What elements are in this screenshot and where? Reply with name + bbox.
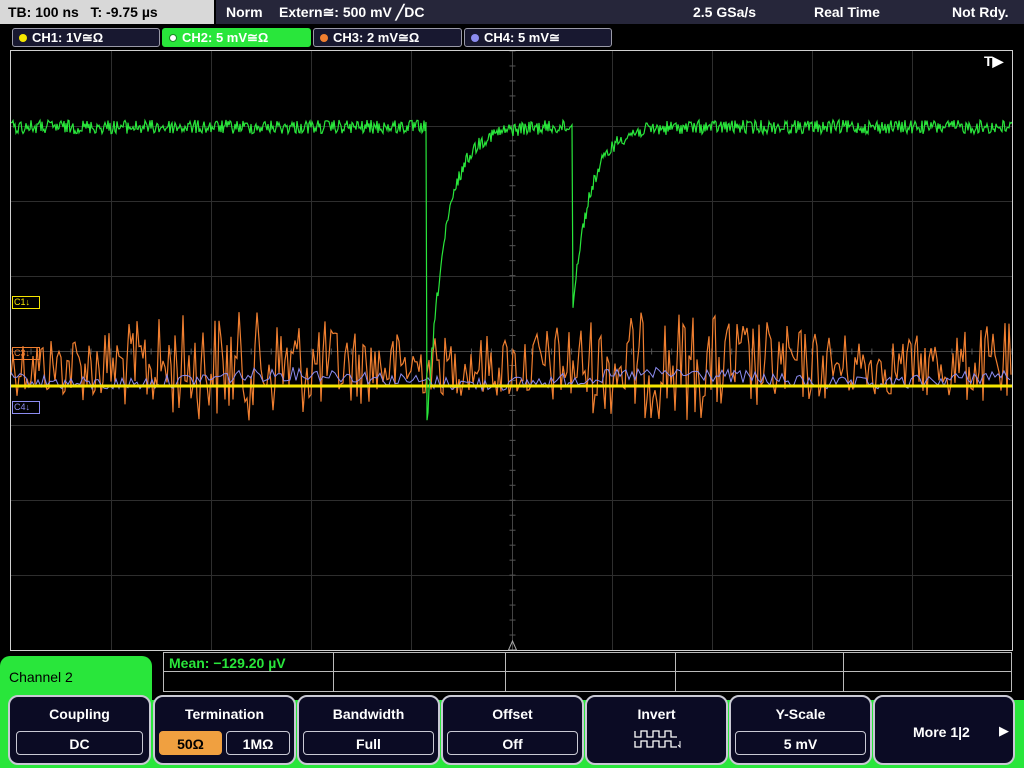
yscale-value[interactable]: 5 mV — [735, 731, 866, 755]
coupling-value[interactable]: DC — [16, 731, 143, 755]
ch4-label: CH4: 5 mV≅ — [484, 30, 560, 45]
timebase-readout[interactable]: TB: 100 ns T: -9.75 µs — [0, 0, 214, 24]
invert-title: Invert — [637, 706, 676, 722]
termination-title: Termination — [184, 706, 265, 722]
sample-rate: 2.5 GSa/s — [693, 4, 757, 20]
next-page-arrow-icon: ▶ — [999, 723, 1009, 738]
yscale-softkey[interactable]: Y-Scale 5 mV — [729, 695, 872, 765]
timebase-label: TB: 100 ns — [8, 4, 79, 20]
ch2-dot-icon — [169, 34, 177, 42]
ch4-marker-label: C4↓ — [14, 402, 31, 412]
tab-ch1[interactable]: CH1: 1V≅Ω — [12, 28, 160, 47]
offset-title: Offset — [492, 706, 533, 722]
ch4-dot-icon — [471, 34, 479, 42]
mean-measurement: Mean: −129.20 µV — [169, 655, 286, 671]
ch1-marker-label: C1↓ — [14, 297, 31, 307]
bandwidth-title: Bandwidth — [332, 706, 405, 722]
ch3-dot-icon — [320, 34, 328, 42]
acquisition-state: Not Rdy. — [952, 4, 1009, 20]
termination-50-ohm[interactable]: 50Ω — [159, 731, 222, 755]
trigger-source: Extern≅: 500 mV ╱DC — [279, 4, 425, 20]
measurement-area — [163, 652, 1012, 692]
channel-panel-title: Channel 2 — [0, 656, 152, 700]
ch4-level-marker[interactable]: C4↓ — [12, 401, 40, 414]
tab-ch2[interactable]: CH2: 5 mV≅Ω — [162, 28, 311, 47]
ch3-label: CH3: 2 mV≅Ω — [333, 30, 420, 45]
trigger-time-label: T: -9.75 µs — [90, 4, 158, 20]
ch2-label: CH2: 5 mV≅Ω — [182, 30, 269, 45]
trigger-mode: Norm — [226, 4, 263, 20]
offset-value[interactable]: Off — [447, 731, 578, 755]
more-label: More 1|2 — [913, 724, 970, 740]
invert-waveform-icon — [634, 730, 681, 749]
coupling-title: Coupling — [49, 706, 110, 722]
ch3-level-marker[interactable]: C3↓ — [12, 347, 40, 360]
more-softkey[interactable]: More 1|2 ▶ — [873, 695, 1015, 765]
offset-softkey[interactable]: Offset Off — [441, 695, 584, 765]
channel-panel-label: Channel 2 — [9, 669, 73, 685]
tab-ch4[interactable]: CH4: 5 mV≅ — [464, 28, 612, 47]
acquisition-mode: Real Time — [814, 4, 880, 20]
tab-ch3[interactable]: CH3: 2 mV≅Ω — [313, 28, 462, 47]
waveform-display[interactable] — [10, 50, 1013, 651]
measurement-divider — [843, 652, 844, 692]
ch1-label: CH1: 1V≅Ω — [32, 30, 104, 45]
termination-1m-ohm[interactable]: 1MΩ — [226, 731, 290, 755]
measurement-divider — [505, 652, 506, 692]
status-bar[interactable]: Norm Extern≅: 500 mV ╱DC 2.5 GSa/s Real … — [216, 0, 1024, 24]
bandwidth-softkey[interactable]: Bandwidth Full — [297, 695, 440, 765]
measurement-divider — [675, 652, 676, 692]
measurement-divider — [333, 652, 334, 692]
ch1-dot-icon — [19, 34, 27, 42]
ch3-marker-label: C3↓ — [14, 348, 31, 358]
trigger-position-marker: T▶ — [984, 53, 1004, 69]
ch3-trace — [11, 312, 1012, 421]
ch1-level-marker[interactable]: C1↓ — [12, 296, 40, 309]
bandwidth-value[interactable]: Full — [303, 731, 434, 755]
waveform-canvas — [11, 51, 1012, 650]
yscale-title: Y-Scale — [775, 706, 826, 722]
coupling-softkey[interactable]: Coupling DC — [8, 695, 151, 765]
termination-softkey[interactable]: Termination 50Ω 1MΩ — [153, 695, 296, 765]
measurement-row-divider — [163, 671, 1012, 672]
invert-softkey[interactable]: Invert — [585, 695, 728, 765]
